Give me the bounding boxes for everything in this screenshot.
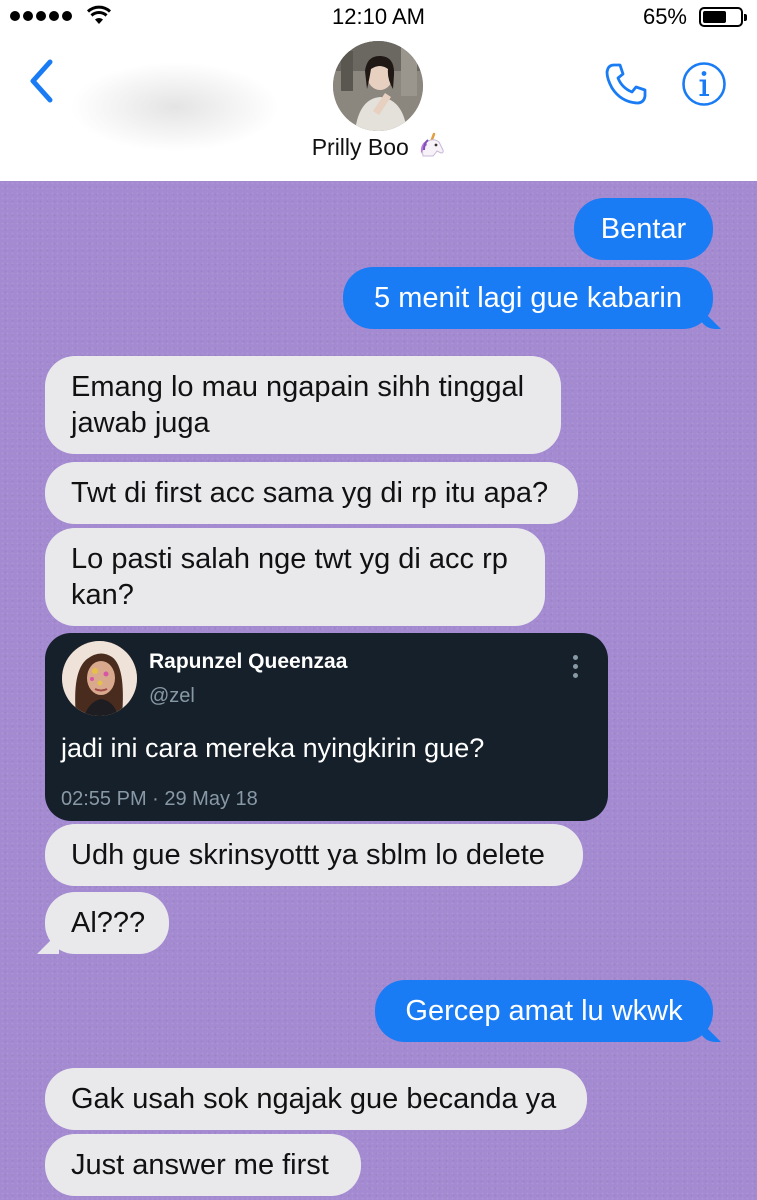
tweet-author-handle: @zel <box>149 685 195 707</box>
tweet-screenshot-attachment[interactable]: Rapunzel Queenzaa @zel jadi ini cara mer… <box>45 633 608 821</box>
imessage-screen: 12:10 AM 65% Prilly Boo Bentar 5 menit l… <box>0 0 757 1200</box>
more-options-icon[interactable] <box>569 655 581 681</box>
incoming-message[interactable]: Udh gue skrinsyottt ya sblm lo delete <box>45 824 583 886</box>
tweet-text: jadi ini cara mereka nyingkirin gue? <box>61 733 485 763</box>
battery-percentage: 65% <box>642 4 687 29</box>
incoming-message[interactable]: Gak usah sok ngajak gue becanda ya <box>45 1068 587 1130</box>
outgoing-message[interactable]: Bentar <box>574 198 713 260</box>
incoming-message[interactable]: Lo pasti salah nge twt yg di acc rp kan? <box>45 528 545 626</box>
info-button[interactable] <box>681 61 727 107</box>
tweet-author-name: Rapunzel Queenzaa <box>149 650 348 673</box>
unicorn-icon <box>421 132 445 157</box>
tweet-timestamp: 02:55 PM · 29 May 18 <box>61 788 258 810</box>
contact-avatar[interactable] <box>333 41 423 131</box>
battery-icon <box>699 7 747 27</box>
incoming-message[interactable]: Al??? <box>45 892 169 954</box>
outgoing-message[interactable]: 5 menit lagi gue kabarin <box>343 267 713 329</box>
tweet-author-avatar <box>62 641 137 716</box>
outgoing-message[interactable]: Gercep amat lu wkwk <box>375 980 713 1042</box>
incoming-message[interactable]: Emang lo mau ngapain sihh tinggal jawab … <box>45 356 561 454</box>
phone-call-button[interactable] <box>602 60 650 108</box>
back-button[interactable] <box>24 56 64 106</box>
status-bar: 12:10 AM 65% <box>0 0 757 34</box>
tweet-author-photo <box>62 641 137 716</box>
incoming-message[interactable]: Twt di first acc sama yg di rp itu apa? <box>45 462 578 524</box>
incoming-message[interactable]: Just answer me first <box>45 1134 361 1196</box>
contact-name: Prilly Boo <box>311 134 409 160</box>
contact-photo <box>333 41 423 131</box>
battery-level-fill <box>703 11 726 23</box>
contact-title[interactable]: Prilly Boo <box>0 132 757 161</box>
message-thread[interactable]: Bentar 5 menit lagi gue kabarin Emang lo… <box>0 181 757 1200</box>
conversation-header: Prilly Boo <box>0 34 757 181</box>
